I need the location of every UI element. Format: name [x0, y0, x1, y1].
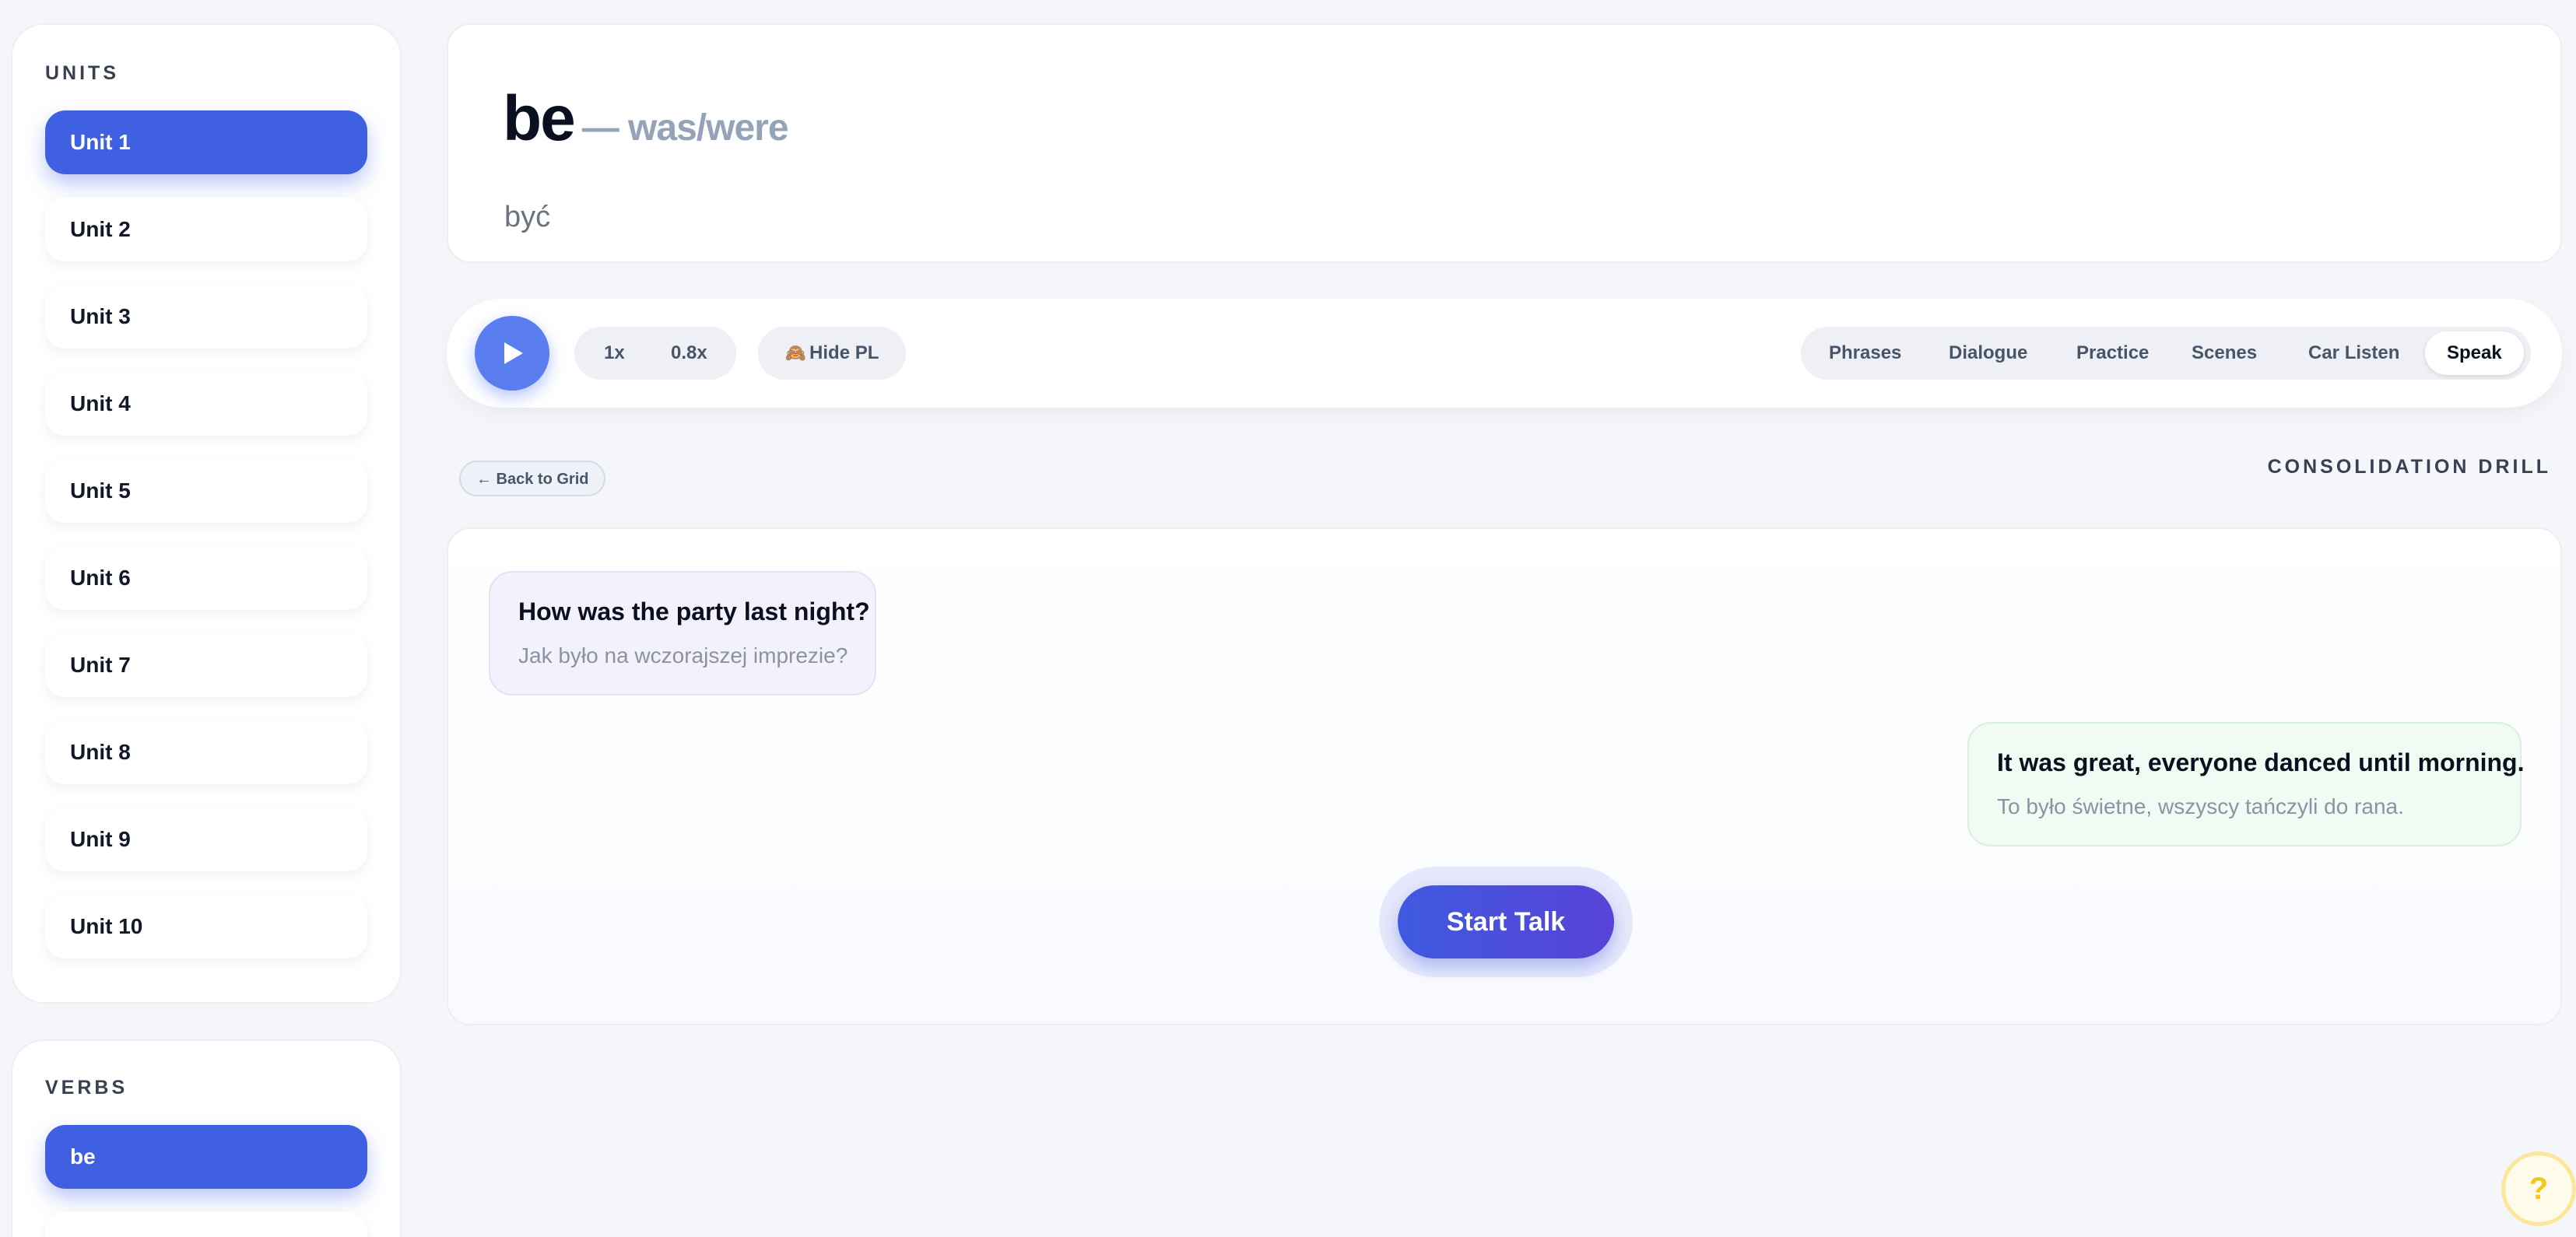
- drill-title: CONSOLIDATION DRILL: [2267, 456, 2551, 478]
- answer-polish: To było świetne, wszyscy tańczyli do ran…: [1997, 794, 2404, 818]
- tab-speak[interactable]: Speak: [2425, 331, 2524, 375]
- tab-car-listen[interactable]: Car Listen: [2308, 331, 2399, 375]
- word-card: be — was/were być: [447, 23, 2562, 263]
- units-panel: UNITS Unit 1 Unit 2 Unit 3 Unit 4 Unit 5…: [11, 23, 402, 1004]
- play-button[interactable]: [475, 316, 549, 391]
- unit-item-4[interactable]: Unit 4: [45, 372, 367, 436]
- question-polish: Jak było na wczorajszej imprezie?: [518, 643, 848, 668]
- answer-english: It was great, everyone danced until morn…: [1997, 748, 2525, 776]
- unit-item-3[interactable]: Unit 3: [45, 285, 367, 349]
- word-base: be: [503, 83, 576, 154]
- see-no-evil-monkey-icon: 🙈: [784, 343, 807, 363]
- unit-item-5[interactable]: Unit 5: [45, 459, 367, 523]
- speed-1x-button[interactable]: 1x: [604, 327, 625, 380]
- verb-item-next[interactable]: [45, 1212, 367, 1237]
- unit-item-10[interactable]: Unit 10: [45, 895, 367, 958]
- word-heading: be — was/were: [503, 82, 789, 156]
- unit-item-1[interactable]: Unit 1: [45, 110, 367, 174]
- tab-scenes[interactable]: Scenes: [2192, 331, 2257, 375]
- hide-pl-label: Hide PL: [809, 342, 879, 363]
- word-forms: — was/were: [581, 107, 789, 149]
- units-heading: UNITS: [45, 62, 119, 84]
- play-icon: [504, 342, 523, 364]
- unit-item-7[interactable]: Unit 7: [45, 633, 367, 697]
- toolbar: 1x 0.8x 🙈 Hide PL Phrases Dialogue Practi…: [447, 299, 2562, 408]
- back-to-grid-button[interactable]: ← Back to Grid: [459, 461, 606, 496]
- verbs-panel: VERBS be: [11, 1039, 402, 1237]
- word-translation: być: [504, 201, 551, 233]
- unit-item-2[interactable]: Unit 2: [45, 198, 367, 261]
- hide-pl-button[interactable]: 🙈 Hide PL: [758, 327, 906, 380]
- start-talk-button[interactable]: Start Talk: [1398, 885, 1614, 958]
- start-talk-ring: Start Talk: [1379, 867, 1633, 977]
- drill-chat-area: How was the party last night? Jak było n…: [447, 527, 2562, 1025]
- speed-0-8x-button[interactable]: 0.8x: [671, 327, 707, 380]
- unit-item-8[interactable]: Unit 8: [45, 720, 367, 784]
- answer-bubble: It was great, everyone danced until morn…: [1967, 722, 2525, 846]
- tab-dialogue[interactable]: Dialogue: [1949, 331, 2027, 375]
- speed-selector: 1x 0.8x: [574, 327, 736, 380]
- question-bubble: How was the party last night? Jak było n…: [489, 571, 876, 696]
- unit-item-9[interactable]: Unit 9: [45, 808, 367, 871]
- verbs-heading: VERBS: [45, 1077, 128, 1099]
- verb-item-be[interactable]: be: [45, 1125, 367, 1189]
- help-icon[interactable]: ?: [2501, 1151, 2576, 1226]
- question-english: How was the party last night?: [518, 597, 870, 626]
- tab-practice[interactable]: Practice: [2076, 331, 2149, 375]
- tab-phrases[interactable]: Phrases: [1829, 331, 1901, 375]
- mode-tabs: Phrases Dialogue Practice Scenes Car Lis…: [1801, 327, 2531, 380]
- unit-item-6[interactable]: Unit 6: [45, 546, 367, 610]
